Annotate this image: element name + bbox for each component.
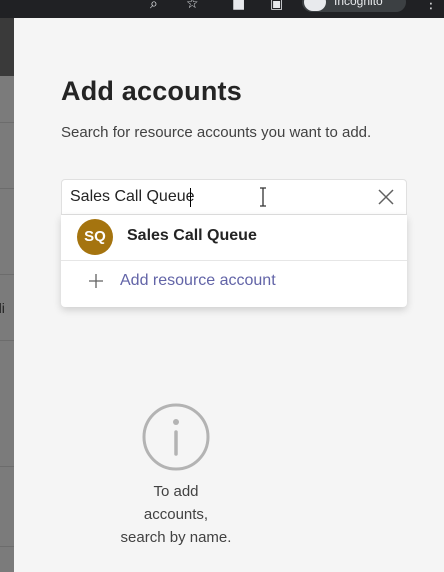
background-divider	[0, 340, 14, 341]
search-results-dropdown: SQ Sales Call Queue Add resource account	[61, 215, 407, 307]
background-divider	[0, 466, 14, 467]
background-page: di	[0, 18, 14, 572]
dropdown-divider	[61, 260, 407, 261]
background-divider	[0, 546, 14, 547]
incognito-label: Incognito	[334, 0, 383, 8]
empty-state-line: search by name.	[120, 529, 232, 546]
plus-icon	[89, 274, 103, 288]
close-icon[interactable]	[376, 187, 396, 207]
panel-subtitle: Search for resource accounts you want to…	[61, 124, 372, 141]
window-icon[interactable]: ▣	[270, 0, 283, 12]
search-icon[interactable]: ⌕	[150, 0, 158, 12]
background-text: di	[0, 300, 5, 316]
background-header	[0, 18, 14, 76]
extension-icon[interactable]: ■	[232, 0, 245, 12]
menu-icon[interactable]: ⋮	[424, 0, 438, 12]
add-accounts-panel: Add accounts Search for resource account…	[14, 18, 444, 572]
empty-state-line: To add	[153, 483, 199, 500]
text-cursor-icon	[260, 187, 266, 207]
background-divider	[0, 122, 14, 123]
star-icon[interactable]: ☆	[186, 0, 199, 12]
search-box[interactable]	[61, 179, 407, 215]
panel-title: Add accounts	[61, 76, 242, 106]
background-divider	[0, 188, 14, 189]
add-resource-account-label: Add resource account	[120, 272, 276, 289]
empty-state-message: To add accounts, search by name.	[101, 480, 251, 549]
background-divider	[0, 274, 14, 275]
search-input[interactable]	[70, 180, 370, 214]
result-name: Sales Call Queue	[127, 227, 257, 244]
avatar: SQ	[77, 219, 113, 255]
result-item-sales-call-queue[interactable]: SQ Sales Call Queue	[61, 215, 407, 259]
empty-state-line: accounts,	[143, 506, 209, 523]
info-icon	[142, 403, 210, 471]
text-caret	[190, 188, 191, 207]
browser-toolbar: ⌕ ☆ ■ ▣ Incognito ⋮	[0, 0, 444, 18]
add-resource-account-button[interactable]: Add resource account	[61, 263, 407, 307]
